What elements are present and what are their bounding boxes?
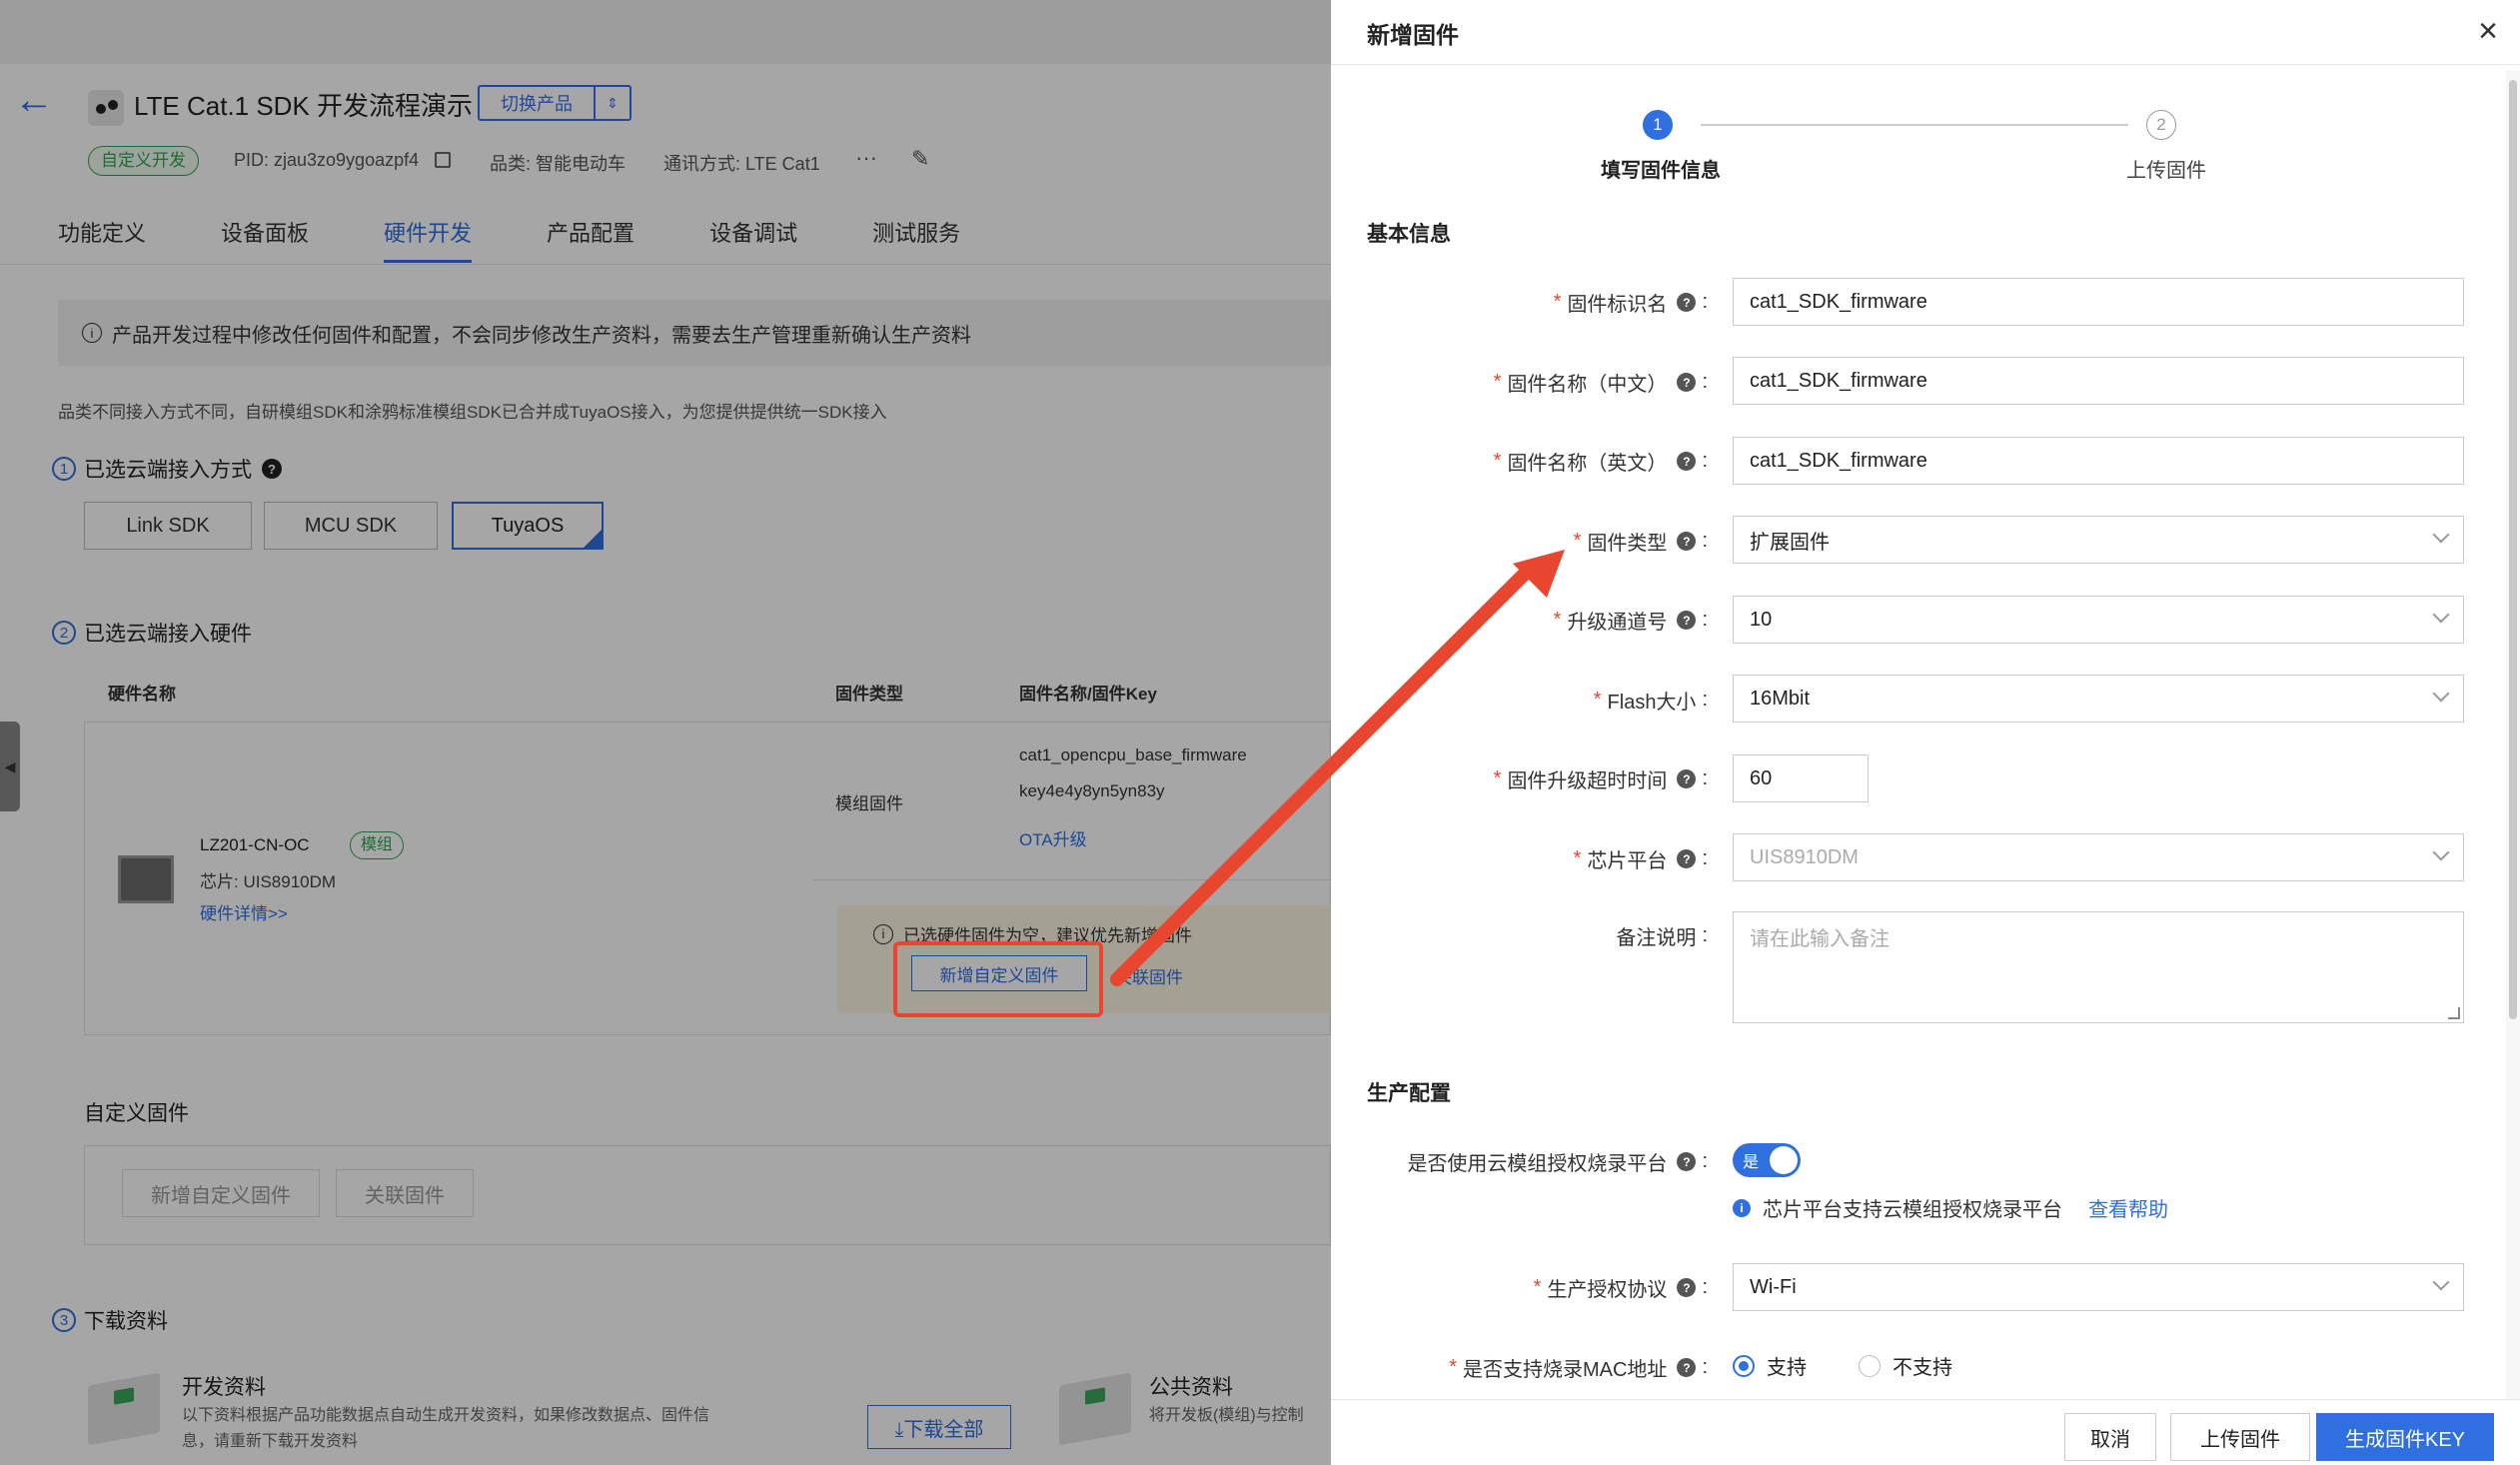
cloud-burn-label: 是否使用云模组授权烧录平台 ?: — [1407, 1147, 1708, 1176]
radio-unselected-icon — [1859, 1354, 1881, 1377]
required-mark: * — [1593, 689, 1602, 711]
remark-placeholder: 请在此输入备注 — [1750, 928, 1890, 950]
label-text: 固件名称（英文） — [1507, 453, 1668, 475]
upgrade-timeout-label: * 固件升级超时时间 ?: — [1494, 764, 1708, 793]
label-text: 是否支持烧录MAC地址 — [1462, 1359, 1668, 1381]
chip-platform-select: UIS8910DM — [1733, 833, 2464, 881]
help-icon[interactable]: ? — [1677, 769, 1697, 788]
cloud-burn-tip: i 芯片平台支持云模组授权烧录平台 查看帮助 — [1733, 1193, 2168, 1222]
highlight-box — [893, 941, 1103, 1017]
firmware-name-en-input[interactable]: cat1_SDK_firmware — [1733, 437, 2464, 485]
add-firmware-drawer: 新增固件 × 1 2 填写固件信息 上传固件 基本信息 * 固件标识名 ?: c… — [1331, 0, 2520, 1465]
help-icon[interactable]: ? — [1677, 532, 1697, 551]
required-mark: * — [1493, 371, 1502, 393]
firmware-name-cn-label: * 固件名称（中文） ?: — [1494, 368, 1708, 397]
upgrade-channel-label: * 升级通道号 ?: — [1554, 606, 1708, 635]
chevron-down-icon — [2432, 1273, 2450, 1291]
remark-textarea[interactable]: 请在此输入备注 — [1733, 911, 2464, 1023]
select-value: 扩展固件 — [1750, 531, 1830, 554]
label-text: 固件名称（中文） — [1507, 374, 1668, 396]
help-icon[interactable]: ? — [1677, 611, 1697, 630]
tip-text: 芯片平台支持云模组授权烧录平台 — [1763, 1199, 2062, 1221]
firmware-id-input[interactable]: cat1_SDK_firmware — [1733, 278, 2464, 326]
required-mark: * — [1533, 1276, 1542, 1298]
flash-size-select[interactable]: 16Mbit — [1733, 675, 2464, 723]
help-icon[interactable]: ? — [1677, 452, 1697, 471]
protocol-select[interactable]: Wi-Fi — [1733, 1263, 2464, 1311]
upgrade-channel-select[interactable]: 10 — [1733, 596, 2464, 644]
toggle-label: 是 — [1743, 1154, 1760, 1171]
required-mark: * — [1573, 530, 1582, 552]
mac-burn-label: * 是否支持烧录MAC地址 ?: — [1449, 1353, 1708, 1382]
required-mark: * — [1553, 291, 1562, 313]
help-icon[interactable]: ? — [1677, 1152, 1697, 1171]
view-help-link[interactable]: 查看帮助 — [2088, 1193, 2168, 1222]
label-text: 生产授权协议 — [1547, 1279, 1668, 1301]
upgrade-timeout-input[interactable]: 60 — [1733, 754, 1869, 802]
select-value: 10 — [1750, 608, 1773, 631]
step-1-circle: 1 — [1643, 110, 1673, 140]
cloud-burn-toggle[interactable]: 是 — [1733, 1143, 1801, 1177]
scrollbar-thumb[interactable] — [2509, 80, 2517, 1019]
info-icon: i — [1733, 1198, 1751, 1217]
radio-label: 支持 — [1767, 1357, 1807, 1379]
firmware-type-label: * 固件类型 ?: — [1574, 527, 1708, 556]
protocol-label: * 生产授权协议 ?: — [1534, 1273, 1708, 1302]
step-2-circle: 2 — [2146, 110, 2176, 140]
select-value: 16Mbit — [1750, 687, 1811, 710]
flash-size-label: * Flash大小: — [1594, 686, 1708, 715]
cancel-button[interactable]: 取消 — [2064, 1413, 2156, 1461]
firmware-type-select[interactable]: 扩展固件 — [1733, 516, 2464, 564]
select-value: Wi-Fi — [1750, 1275, 1797, 1298]
step-2-label: 上传固件 — [2126, 160, 2206, 182]
label-text: 升级通道号 — [1567, 612, 1668, 634]
chevron-down-icon — [2432, 843, 2450, 861]
firmware-name-en-label: * 固件名称（英文） ?: — [1494, 447, 1708, 476]
label-text: 固件标识名 — [1567, 294, 1668, 316]
modal-mask[interactable] — [0, 0, 1331, 1465]
label-text: 备注说明 — [1616, 927, 1697, 949]
chevron-down-icon — [2432, 685, 2450, 703]
required-mark: * — [1493, 767, 1502, 789]
step-1-label: 填写固件信息 — [1601, 160, 1721, 182]
drawer-title: 新增固件 — [1367, 22, 1459, 48]
basic-info-title: 基本信息 — [1367, 223, 1451, 246]
chevron-down-icon — [2432, 606, 2450, 624]
label-text: Flash大小 — [1607, 692, 1697, 714]
required-mark: * — [1493, 450, 1502, 472]
chip-platform-label: * 芯片平台 ?: — [1574, 844, 1708, 873]
drawer-header-divider — [1331, 64, 2520, 65]
label-text: 固件类型 — [1587, 533, 1668, 555]
help-icon[interactable]: ? — [1677, 373, 1697, 392]
help-icon[interactable]: ? — [1677, 849, 1697, 868]
resize-handle-icon[interactable] — [2448, 1007, 2460, 1019]
select-value: UIS8910DM — [1750, 845, 1859, 868]
help-icon[interactable]: ? — [1677, 1278, 1697, 1297]
help-icon[interactable]: ? — [1677, 1358, 1697, 1377]
label-text: 固件升级超时时间 — [1507, 770, 1668, 792]
label-text: 芯片平台 — [1587, 850, 1668, 872]
remark-label: 备注说明: — [1616, 921, 1708, 950]
radio-selected-icon — [1733, 1354, 1755, 1377]
toggle-knob — [1770, 1146, 1798, 1174]
firmware-id-label: * 固件标识名 ?: — [1554, 288, 1708, 317]
mac-not-support-radio[interactable]: 不支持 — [1859, 1351, 1952, 1380]
chevron-down-icon — [2432, 526, 2450, 544]
upload-firmware-button[interactable]: 上传固件 — [2170, 1413, 2310, 1461]
required-mark: * — [1449, 1356, 1457, 1378]
firmware-name-cn-input[interactable]: cat1_SDK_firmware — [1733, 357, 2464, 405]
generate-key-button[interactable]: 生成固件KEY — [2316, 1413, 2494, 1461]
mac-support-radio[interactable]: 支持 — [1733, 1351, 1807, 1380]
label-text: 是否使用云模组授权烧录平台 — [1407, 1153, 1668, 1175]
required-mark: * — [1553, 609, 1562, 631]
close-icon[interactable]: × — [2478, 12, 2498, 51]
step-connector — [1701, 124, 2128, 126]
required-mark: * — [1573, 847, 1582, 869]
help-icon[interactable]: ? — [1677, 293, 1697, 312]
production-config-title: 生产配置 — [1367, 1082, 1451, 1105]
radio-label: 不支持 — [1892, 1357, 1952, 1379]
